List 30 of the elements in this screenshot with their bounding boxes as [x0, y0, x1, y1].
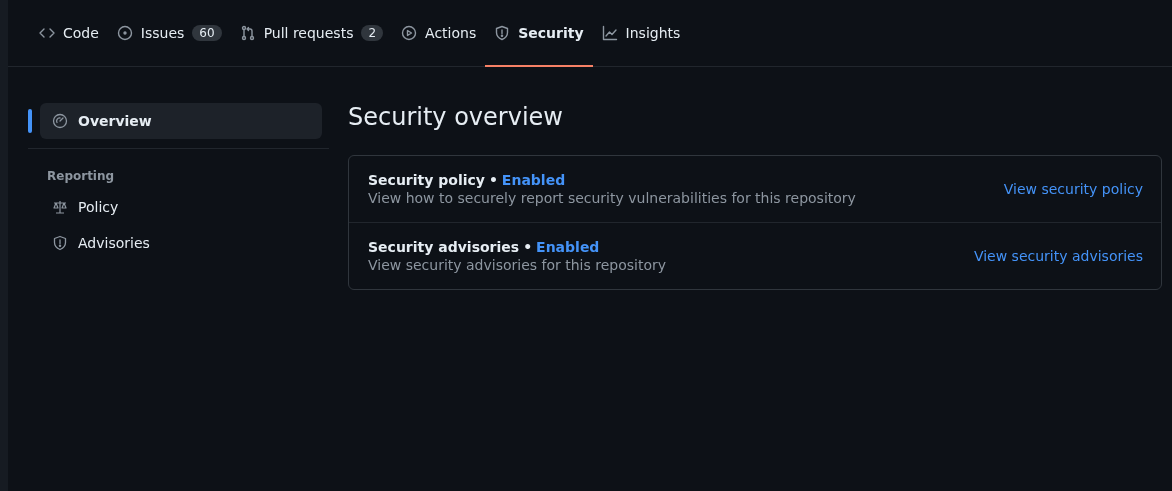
status-label: Enabled: [536, 239, 600, 255]
circle-dot-icon: [116, 24, 133, 41]
scale-icon: [52, 199, 68, 215]
status-label: Enabled: [501, 172, 566, 188]
view-link[interactable]: View security policy: [1003, 181, 1143, 197]
nav-tab[interactable]: Issues 60: [107, 0, 231, 67]
feature-description: View how to securely report security vulnerabilities for this repository: [368, 190, 856, 206]
meter-icon: [52, 113, 68, 129]
nav-tab[interactable]: Pull requests 2: [230, 0, 393, 67]
view-link[interactable]: View security advisories: [973, 248, 1143, 264]
nav-tab[interactable]: Security: [485, 0, 593, 67]
sidebar-item[interactable]: Advisories: [40, 225, 322, 261]
count-badge: 2: [361, 24, 384, 41]
feature-title: Security advisories: [368, 239, 520, 255]
nav-tab[interactable]: Actions: [392, 0, 486, 67]
separator-dot: •: [488, 172, 498, 188]
play-icon: [401, 24, 418, 41]
nav-tab[interactable]: Code: [30, 0, 108, 67]
sidebar-item[interactable]: Policy: [40, 189, 322, 225]
page-title: Security overview: [348, 103, 564, 131]
graph-icon: [601, 24, 618, 41]
nav-tab[interactable]: Insights: [592, 0, 690, 67]
shield-icon: [52, 235, 68, 251]
feature-title: Security policy: [368, 172, 485, 188]
shield-icon: [494, 24, 511, 41]
feature-description: View security advisories for this repository: [368, 257, 666, 273]
count-badge: 60: [192, 24, 222, 41]
pull-request-icon: [239, 24, 256, 41]
section-heading: Reporting: [46, 168, 116, 185]
separator-dot: •: [523, 239, 533, 255]
